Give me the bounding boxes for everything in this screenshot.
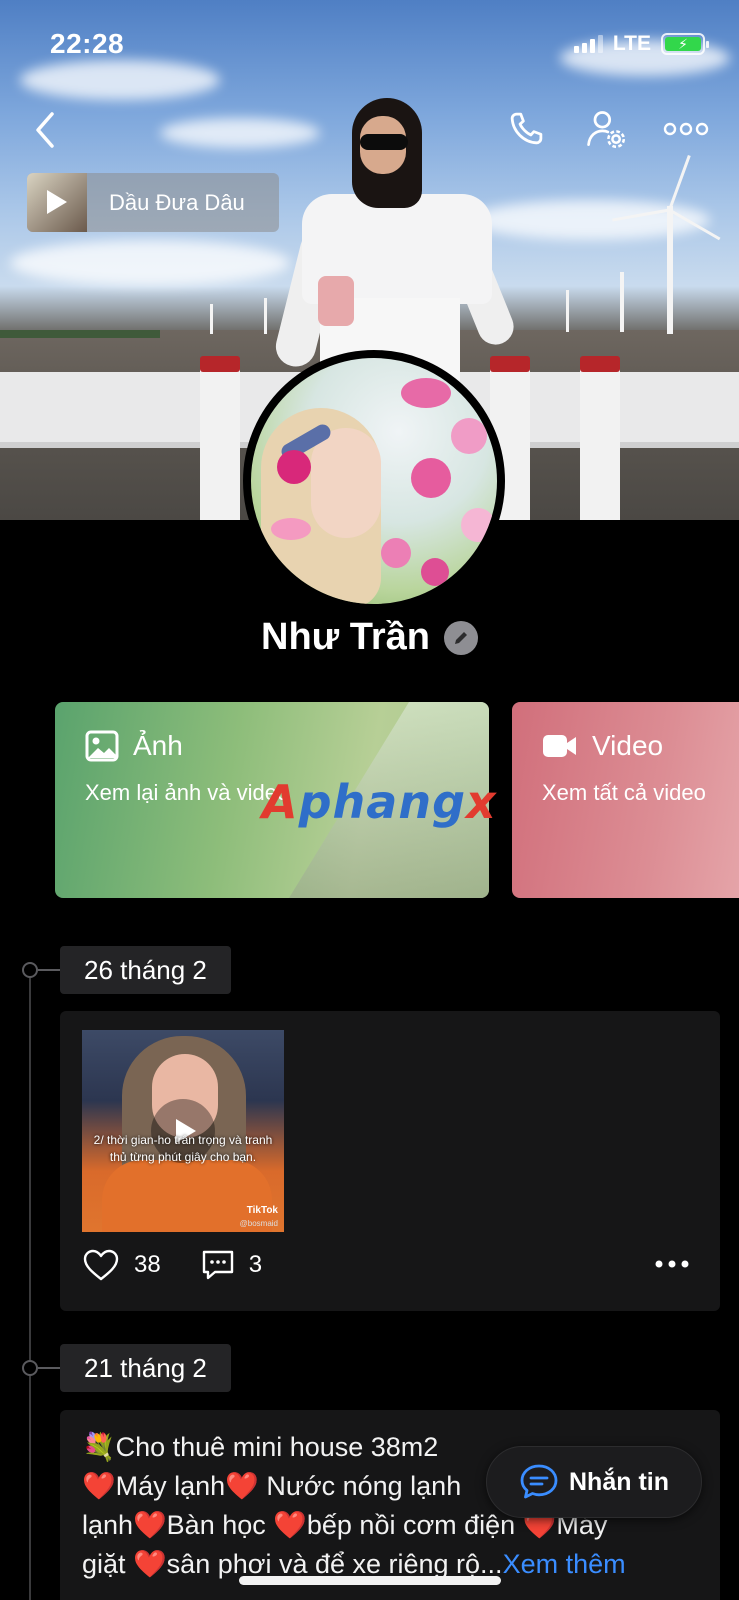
videos-card-title: Video	[592, 730, 664, 761]
more-horizontal-icon	[663, 122, 709, 136]
flower	[401, 378, 451, 408]
like-button[interactable]: 38	[82, 1248, 161, 1282]
watermark-part: phang	[298, 775, 467, 829]
railing-post-cap	[580, 356, 620, 372]
heart-emoji-icon: ❤️	[82, 1471, 116, 1501]
railing-post	[200, 360, 240, 520]
post-text-segment: sân phơi và để xe riêng rộ...	[166, 1549, 503, 1579]
message-button[interactable]: Nhắn tin	[486, 1446, 702, 1518]
railing-post	[580, 360, 620, 520]
profile-name: Như Trần	[261, 616, 430, 658]
heart-emoji-icon: ❤️	[133, 1549, 167, 1579]
date-chip: 21 tháng 2	[60, 1344, 231, 1392]
person-sunglasses	[360, 134, 408, 150]
cloud	[20, 60, 220, 100]
like-count: 38	[134, 1251, 161, 1278]
timeline-connector	[38, 969, 60, 971]
wind-turbine	[566, 290, 569, 332]
comment-icon	[202, 1250, 233, 1280]
avatar-face	[311, 428, 381, 538]
comment-count: 3	[248, 1251, 263, 1278]
profile-music-player[interactable]: Dầu Đưa Dâu	[27, 173, 279, 232]
edit-name-button[interactable]	[443, 620, 478, 655]
video-caption: 2/ thời gian-ho trân trọng và tranh thủ …	[93, 1133, 273, 1164]
image-icon	[85, 730, 119, 762]
post-text-segment: Nước nóng lạnh	[258, 1471, 462, 1501]
person-bag	[318, 276, 354, 326]
home-indicator[interactable]	[239, 1576, 501, 1585]
music-title: Dầu Đưa Dâu	[109, 189, 245, 215]
videos-card-subtitle: Xem tất cả video	[542, 780, 706, 805]
flower	[451, 418, 487, 454]
user-settings-icon	[587, 111, 626, 149]
flower	[277, 450, 311, 484]
turbine-blade	[668, 154, 691, 211]
feed-post: 2/ thời gian-ho trân trọng và tranh thủ …	[60, 1011, 720, 1311]
message-button-label: Nhắn tin	[569, 1467, 669, 1496]
wind-turbine	[210, 304, 213, 334]
cloud	[10, 240, 290, 286]
profile-settings-button[interactable]	[583, 106, 629, 152]
flower	[381, 538, 411, 568]
video-thumbnail[interactable]: 2/ thời gian-ho trân trọng và tranh thủ …	[82, 1030, 284, 1232]
battery-icon: ⚡	[661, 33, 709, 55]
top-actions	[503, 106, 709, 152]
video-handle: @bosmaid	[239, 1219, 278, 1228]
music-thumbnail	[27, 173, 87, 232]
date-chip: 26 tháng 2	[60, 946, 231, 994]
wind-turbine	[667, 206, 673, 334]
timeline-dot	[22, 1360, 38, 1376]
heart-emoji-icon: ❤️	[133, 1510, 167, 1540]
profile-name-row: Như Trần	[0, 616, 739, 659]
chat-bubble-icon	[520, 1464, 558, 1499]
watermark-part: A	[262, 775, 299, 829]
flower	[421, 558, 449, 586]
wind-turbine	[620, 272, 624, 332]
avatar[interactable]	[243, 350, 505, 612]
heart-emoji-icon: ❤️	[273, 1510, 307, 1540]
photos-card-title: Ảnh	[133, 730, 183, 761]
signal-icon	[573, 35, 603, 53]
charging-bolt-icon: ⚡	[665, 36, 701, 52]
heart-emoji-icon: ❤️	[225, 1471, 259, 1501]
post-text-segment: bếp nồi cơm điện	[306, 1510, 523, 1540]
cover-person	[271, 98, 530, 388]
tiktok-logo: TikTok	[246, 1205, 278, 1216]
timeline-line	[29, 970, 31, 1600]
pencil-icon	[454, 631, 467, 644]
profile-name-wrap: Như Trần	[261, 616, 478, 659]
call-button[interactable]	[503, 106, 549, 152]
horizon-shore	[0, 330, 160, 338]
railing-post-cap	[200, 356, 240, 372]
video-camera-icon	[543, 735, 576, 757]
timeline-dot	[22, 962, 38, 978]
flower	[271, 518, 311, 540]
post-text-segment: lạnh	[82, 1510, 134, 1540]
post-more-button[interactable]	[654, 1256, 690, 1274]
wind-turbine	[264, 298, 267, 334]
see-more-link[interactable]: Xem thêm	[503, 1549, 626, 1579]
post-actions: 38 3	[82, 1248, 262, 1282]
post-text-segment: Bàn học	[166, 1510, 274, 1540]
status-time: 22:28	[50, 28, 125, 59]
flower	[461, 508, 495, 542]
more-horizontal-icon	[655, 1260, 689, 1268]
flower	[411, 458, 451, 498]
watermark-part: x	[466, 775, 497, 829]
more-options-button[interactable]	[663, 106, 709, 152]
heart-icon	[83, 1249, 119, 1281]
status-icons: LTE ⚡	[573, 32, 709, 56]
back-button[interactable]	[28, 108, 68, 152]
post-text-segment: Máy lạnh	[115, 1471, 226, 1501]
watermark-logo: Aphangx	[262, 775, 497, 829]
chevron-left-icon	[36, 112, 54, 148]
videos-card[interactable]: Video Xem tất cả video	[512, 702, 739, 898]
timeline-connector	[38, 1367, 60, 1369]
network-type: LTE	[612, 32, 651, 55]
play-icon	[47, 190, 67, 214]
phone-icon	[510, 112, 543, 145]
post-text-segment: giặt	[82, 1549, 134, 1579]
comment-button[interactable]: 3	[201, 1249, 262, 1281]
videos-card-header: Video	[542, 730, 722, 762]
